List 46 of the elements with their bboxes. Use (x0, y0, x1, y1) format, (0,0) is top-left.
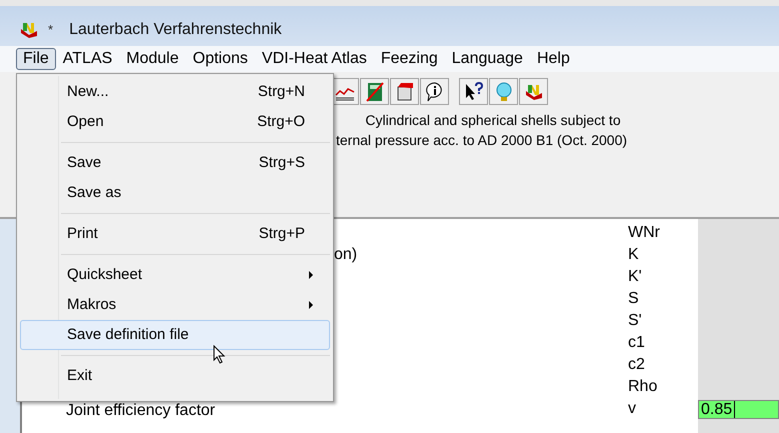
shortcut-label: Strg+S (258, 152, 305, 173)
menu-item[interactable]: Save definition file (20, 320, 330, 350)
parameter-symbol: c2 (628, 355, 646, 375)
menu-item[interactable]: Save as (20, 178, 330, 208)
parameter-symbol: WNr (628, 223, 661, 243)
menu-bar-item[interactable]: File (16, 48, 56, 70)
menu-item[interactable]: Quicksheet (20, 260, 330, 290)
book-icon[interactable] (390, 78, 419, 105)
mouse-cursor-icon (213, 345, 227, 365)
menu-bar-item[interactable]: Options (186, 48, 255, 70)
menu-item[interactable]: Exit (20, 361, 330, 391)
shortcut-label: Strg+P (258, 224, 305, 244)
menu-item[interactable]: Print Strg+P (20, 219, 330, 249)
menu-bar-item[interactable]: VDI-Heat Atlas (254, 48, 374, 70)
parameter-label: on) (334, 245, 358, 265)
parameter-symbol: S' (628, 311, 643, 331)
modified-mark: * (48, 21, 54, 40)
menu-item[interactable]: Open Strg+O (20, 107, 330, 137)
window-title: Lauterbach Verfahrenstechnik (69, 20, 282, 40)
menu-bar-item[interactable]: Feezing (374, 48, 445, 70)
menu-item[interactable]: Makros (20, 290, 330, 320)
calculator-icon[interactable] (360, 78, 389, 105)
submenu-arrow-icon (309, 301, 313, 309)
submenu-arrow-icon (309, 271, 313, 279)
menu-bar-item[interactable]: Module (119, 48, 186, 70)
menu-bar-item[interactable]: ATLAS (56, 48, 120, 70)
help-pointer-icon[interactable] (459, 78, 488, 105)
logo-icon (18, 21, 40, 39)
parameter-symbol: v (628, 399, 637, 419)
menu-bar-item[interactable]: Language (444, 48, 530, 70)
description-text: ternal pressure acc. to AD 2000 B1 (Oct. 2000) (336, 131, 628, 150)
shortcut-label: Strg+O (257, 112, 305, 132)
menu-item[interactable]: Save Strg+S (20, 148, 330, 178)
parameter-symbol: K' (628, 267, 643, 287)
info-icon[interactable] (420, 78, 449, 105)
menu-bar-item[interactable]: Help (530, 48, 577, 70)
parameter-symbol: c1 (628, 333, 646, 353)
parameter-symbol: S (628, 289, 640, 309)
parameter-symbol: Rho (628, 377, 658, 397)
value-field[interactable]: 0.85 (698, 400, 779, 418)
parameter-symbol: K (628, 245, 640, 265)
description-text: Cylindrical and spherical shells subject to (365, 111, 621, 130)
parameter-label: Joint efficiency factor (66, 401, 216, 421)
logo-icon[interactable] (519, 78, 548, 105)
menu-item[interactable]: New... Strg+N (20, 77, 330, 107)
shortcut-label: Strg+N (258, 82, 305, 102)
